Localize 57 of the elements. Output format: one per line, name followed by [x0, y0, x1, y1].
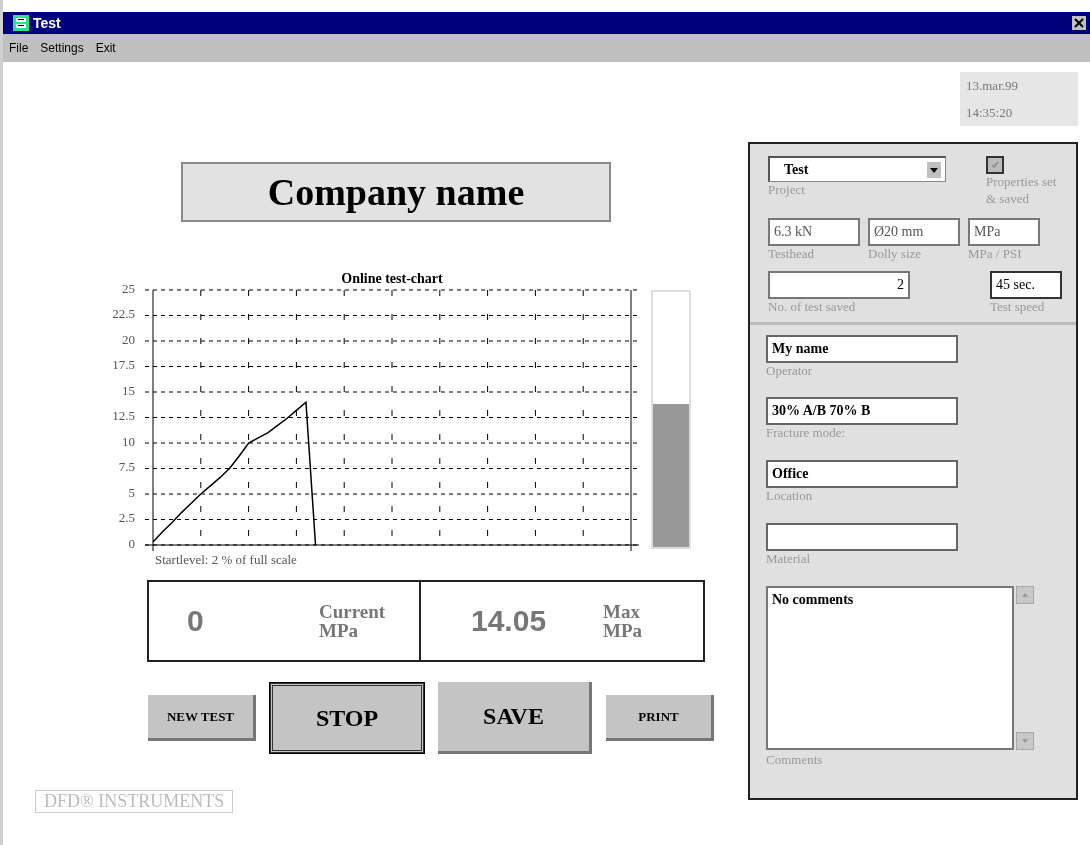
speed-field[interactable]: 45 sec. [990, 270, 1062, 299]
action-button[interactable]: PRINT [606, 695, 714, 741]
y-tick-label: 10 [122, 434, 135, 449]
app-icon [13, 15, 29, 31]
readout-value: 14.05 [471, 604, 547, 638]
field-label: No. of test saved [768, 298, 856, 316]
text-field[interactable]: Office [766, 460, 958, 489]
menu-item[interactable]: Exit [95, 41, 116, 55]
field-label: Comments [766, 752, 823, 768]
field-label: MPa / PSI [968, 245, 1022, 263]
field-label: Location [766, 488, 813, 506]
count-field[interactable]: 2 [768, 270, 910, 299]
brand-logo: DFD® INSTRUMENTS [35, 790, 234, 813]
setting-field[interactable]: Ø20 mm [868, 217, 960, 246]
setting-field[interactable]: MPa [968, 217, 1040, 246]
readout-label: Max MPa [603, 602, 644, 640]
window-title: Test [33, 15, 62, 31]
field-label: Fracture mode: [766, 425, 846, 443]
y-tick-label: 2.5 [118, 510, 135, 526]
action-button[interactable]: STOP [270, 683, 424, 753]
y-tick-label: 20 [122, 332, 135, 347]
action-button[interactable]: NEW TEST [148, 695, 256, 741]
y-tick-label: 12.5 [112, 408, 135, 424]
project-dropdown[interactable]: Test [768, 156, 946, 182]
field-label: Dolly size [868, 245, 922, 263]
y-tick-label: 7.5 [118, 459, 135, 475]
field-label: Material [766, 551, 811, 569]
checkbox-label: Properties set & saved [986, 174, 1058, 208]
menu-item[interactable]: File [9, 41, 29, 55]
field-label: Test speed [990, 298, 1045, 316]
close-icon[interactable] [1072, 16, 1086, 30]
field-label: Operator [766, 362, 813, 380]
y-tick-label: 22.5 [112, 306, 135, 322]
text-field[interactable] [766, 523, 958, 552]
text-field[interactable]: My name [766, 334, 958, 363]
y-tick-label: 15 [122, 383, 135, 398]
y-tick-label: 0 [128, 536, 135, 551]
checkbox[interactable] [986, 156, 1004, 174]
setting-field[interactable]: 6.3 kN [768, 217, 860, 246]
field-label: Project [768, 182, 805, 199]
startlevel-text: Startlevel: 2 % of full scale [155, 552, 298, 568]
y-tick-label: 17.5 [112, 357, 135, 373]
y-tick-label: 5 [128, 485, 135, 500]
readout-value: 0 [187, 604, 204, 638]
y-tick-label: 25 [122, 281, 135, 296]
action-button[interactable]: SAVE [438, 682, 592, 754]
text-field[interactable]: 30% A/B 70% B [766, 397, 958, 426]
comments-field[interactable]: No comments [766, 586, 1014, 751]
caret-icon [927, 161, 941, 178]
menu-item[interactable]: Settings [40, 41, 84, 55]
check-icon [991, 161, 999, 169]
company-name-banner: Company name [181, 162, 611, 222]
date-text: 13.mar.99 [966, 77, 1019, 94]
time-text: 14:35:20 [966, 104, 1014, 121]
field-label: Testhead [768, 245, 814, 263]
readout-label: Current MPa [319, 602, 387, 640]
chart-title: Online test-chart [341, 271, 443, 286]
